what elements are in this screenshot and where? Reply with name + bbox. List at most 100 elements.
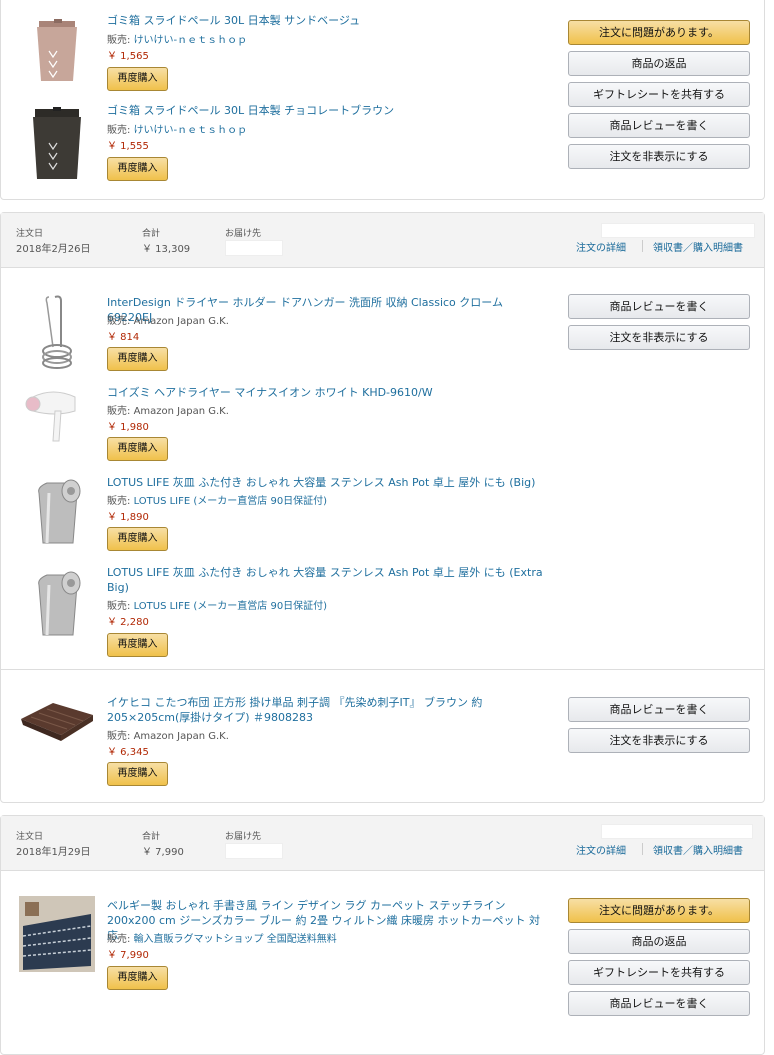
- order-header: 注文日 2018年1月29日 合計 ￥ 7,990 お届け先 注文の詳細 領収書…: [1, 816, 764, 871]
- ash-pot-icon[interactable]: [19, 567, 95, 639]
- return-button[interactable]: 商品の返品: [568, 51, 750, 76]
- ship-to-label: お届け先: [225, 832, 262, 842]
- item-price: ￥ 6,345: [107, 747, 149, 758]
- item-price: ￥ 7,990: [107, 950, 149, 961]
- problem-button[interactable]: 注文に問題があります。: [568, 20, 750, 45]
- seller-label: 販売:: [107, 601, 134, 612]
- order-card-2: 注文日 2018年1月29日 合計 ￥ 7,990 お届け先 注文の詳細 領収書…: [0, 815, 765, 1055]
- hair-dryer-icon[interactable]: [19, 383, 95, 443]
- seller-label: 販売:: [107, 316, 134, 327]
- rebuy-button[interactable]: 再度購入: [107, 67, 168, 91]
- order-date-label: 注文日: [16, 229, 44, 239]
- order-total-label: 合計: [142, 229, 161, 239]
- seller-label: 販売:: [107, 496, 134, 507]
- order-date: 2018年1月29日: [16, 847, 91, 858]
- order-total-label: 合計: [142, 832, 161, 842]
- item-title[interactable]: ゴミ箱 スライドペール 30L 日本製 チョコレートブラウン: [107, 103, 547, 118]
- rebuy-button[interactable]: 再度購入: [107, 966, 168, 990]
- receipt-link[interactable]: 領収書／購入明細書: [653, 239, 743, 254]
- seller-label: 販売:: [107, 934, 134, 945]
- seller-label: 販売:: [107, 125, 134, 136]
- order-number-redacted: [601, 223, 755, 238]
- item-title[interactable]: コイズミ ヘアドライヤー マイナスイオン ホワイト KHD-9610/W: [107, 385, 547, 400]
- link-separator: [642, 240, 643, 252]
- write-review-button[interactable]: 商品レビューを書く: [568, 113, 750, 138]
- order-item: InterDesign ドライヤー ホルダー ドアハンガー 洗面所 収納 Cla…: [1, 293, 561, 383]
- seller-name: Amazon Japan G.K.: [133, 316, 229, 327]
- item-title[interactable]: LOTUS LIFE 灰皿 ふた付き おしゃれ 大容量 ステンレス Ash Po…: [107, 475, 547, 490]
- order-card-0: ゴミ箱 スライドペール 30L 日本製 サンドベージュ 販売: けいけい-ｎｅｔ…: [0, 0, 765, 200]
- write-review-button[interactable]: 商品レビューを書く: [568, 991, 750, 1016]
- item-price: ￥ 1,555: [107, 141, 149, 152]
- order-total: ￥ 13,309: [142, 244, 191, 255]
- ship-to-redacted: [225, 843, 283, 859]
- item-seller: 販売: けいけい-ｎｅｔｓｈｏｐ: [107, 31, 247, 46]
- dryer-holder-icon[interactable]: [19, 293, 95, 371]
- order-date: 2018年2月26日: [16, 244, 91, 255]
- item-seller: 販売: Amazon Japan G.K.: [107, 312, 229, 327]
- rebuy-button[interactable]: 再度購入: [107, 347, 168, 371]
- order-item: ゴミ箱 スライドペール 30L 日本製 チョコレートブラウン 販売: けいけい-…: [1, 91, 561, 191]
- kotatsu-futon-icon[interactable]: [19, 693, 95, 743]
- rebuy-button[interactable]: 再度購入: [107, 633, 168, 657]
- rug-icon[interactable]: [19, 896, 95, 972]
- order-item: ベルギー製 おしゃれ 手書き風 ライン デザイン ラグ カーペット ステッチライ…: [1, 896, 561, 1006]
- rebuy-button[interactable]: 再度購入: [107, 157, 168, 181]
- item-title[interactable]: ゴミ箱 スライドペール 30L 日本製 サンドベージュ: [107, 13, 547, 28]
- hide-order-button[interactable]: 注文を非表示にする: [568, 728, 750, 753]
- seller-name: Amazon Japan G.K.: [133, 731, 229, 742]
- order-date-label: 注文日: [16, 832, 44, 842]
- shipment-divider: [1, 669, 764, 670]
- order-item: LOTUS LIFE 灰皿 ふた付き おしゃれ 大容量 ステンレス Ash Po…: [1, 563, 561, 663]
- hide-order-button[interactable]: 注文を非表示にする: [568, 325, 750, 350]
- gift-receipt-button[interactable]: ギフトレシートを共有する: [568, 960, 750, 985]
- problem-button[interactable]: 注文に問題があります。: [568, 898, 750, 923]
- write-review-button[interactable]: 商品レビューを書く: [568, 697, 750, 722]
- order-number-redacted: [601, 824, 753, 839]
- ship-to-label: お届け先: [225, 229, 262, 239]
- item-title[interactable]: イケヒコ こたつ布団 正方形 掛け単品 刺子調 『先染め刺子IT』 ブラウン 約…: [107, 695, 547, 725]
- item-price: ￥ 2,280: [107, 617, 149, 628]
- item-seller: 販売: LOTUS LIFE (メーカー直営店 90日保証付): [107, 597, 327, 612]
- seller-label: 販売:: [107, 406, 134, 417]
- seller-label: 販売:: [107, 731, 134, 742]
- order-details-link[interactable]: 注文の詳細: [576, 239, 626, 254]
- seller-name[interactable]: けいけい-ｎｅｔｓｈｏｐ: [134, 35, 248, 46]
- item-seller: 販売: けいけい-ｎｅｔｓｈｏｐ: [107, 121, 247, 136]
- item-title[interactable]: LOTUS LIFE 灰皿 ふた付き おしゃれ 大容量 ステンレス Ash Po…: [107, 565, 547, 595]
- order-card-1: 注文日 2018年2月26日 合計 ￥ 13,309 お届け先 注文の詳細 領収…: [0, 212, 765, 803]
- seller-name[interactable]: LOTUS LIFE (メーカー直営店 90日保証付): [134, 496, 328, 507]
- item-seller: 販売: Amazon Japan G.K.: [107, 727, 229, 742]
- order-item: イケヒコ こたつ布団 正方形 掛け単品 刺子調 『先染め刺子IT』 ブラウン 約…: [1, 693, 561, 793]
- order-item: ゴミ箱 スライドペール 30L 日本製 サンドベージュ 販売: けいけい-ｎｅｔ…: [1, 1, 561, 91]
- item-seller: 販売: Amazon Japan G.K.: [107, 402, 229, 417]
- order-total: ￥ 7,990: [142, 847, 184, 858]
- item-price: ￥ 1,890: [107, 512, 149, 523]
- trash-bin-brown-icon[interactable]: [19, 103, 95, 181]
- seller-label: 販売:: [107, 35, 134, 46]
- item-price: ￥ 1,980: [107, 422, 149, 433]
- rebuy-button[interactable]: 再度購入: [107, 527, 168, 551]
- return-button[interactable]: 商品の返品: [568, 929, 750, 954]
- ash-pot-icon[interactable]: [19, 475, 95, 547]
- item-seller: 販売: 輸入直販ラグマットショップ 全国配送料無料: [107, 930, 337, 945]
- rebuy-button[interactable]: 再度購入: [107, 762, 168, 786]
- seller-name: Amazon Japan G.K.: [133, 406, 229, 417]
- item-price: ￥ 1,565: [107, 51, 149, 62]
- ship-to-redacted: [225, 240, 283, 256]
- receipt-link[interactable]: 領収書／購入明細書: [653, 842, 743, 857]
- order-details-link[interactable]: 注文の詳細: [576, 842, 626, 857]
- item-seller: 販売: LOTUS LIFE (メーカー直営店 90日保証付): [107, 492, 327, 507]
- item-price: ￥ 814: [107, 332, 140, 343]
- rebuy-button[interactable]: 再度購入: [107, 437, 168, 461]
- order-item: LOTUS LIFE 灰皿 ふた付き おしゃれ 大容量 ステンレス Ash Po…: [1, 473, 561, 563]
- seller-name[interactable]: 輸入直販ラグマットショップ 全国配送料無料: [134, 934, 337, 945]
- link-separator: [642, 843, 643, 855]
- seller-name[interactable]: LOTUS LIFE (メーカー直営店 90日保証付): [134, 601, 328, 612]
- seller-name[interactable]: けいけい-ｎｅｔｓｈｏｐ: [134, 125, 248, 136]
- order-item: コイズミ ヘアドライヤー マイナスイオン ホワイト KHD-9610/W 販売:…: [1, 383, 561, 473]
- write-review-button[interactable]: 商品レビューを書く: [568, 294, 750, 319]
- gift-receipt-button[interactable]: ギフトレシートを共有する: [568, 82, 750, 107]
- trash-bin-beige-icon[interactable]: [19, 11, 95, 83]
- hide-order-button[interactable]: 注文を非表示にする: [568, 144, 750, 169]
